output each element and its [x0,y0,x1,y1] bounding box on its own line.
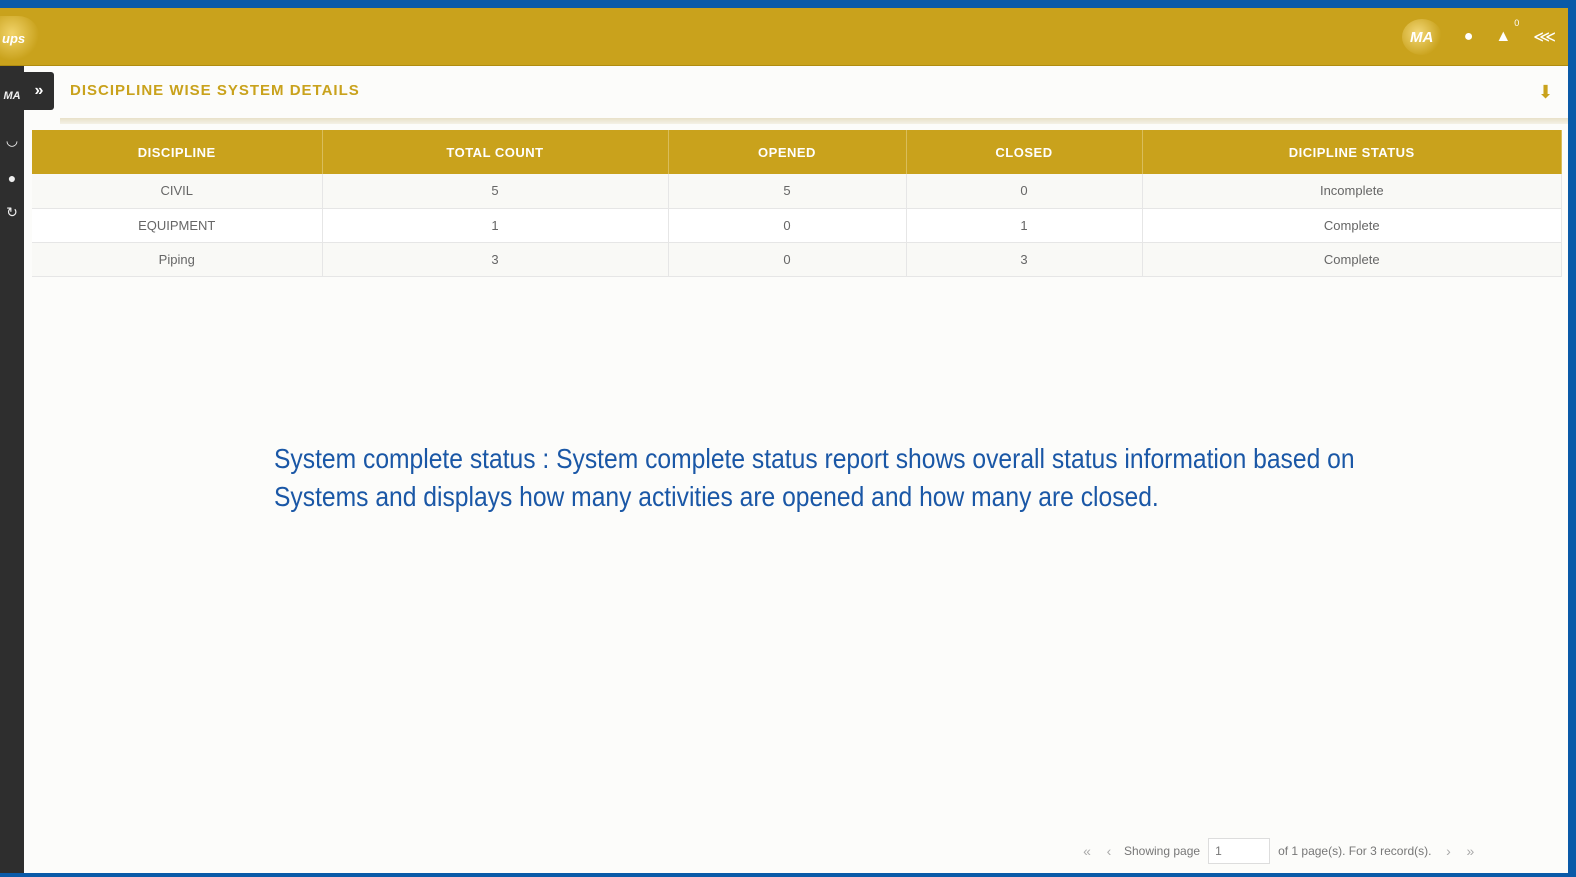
cell-closed: 3 [906,242,1143,277]
cell-discipline: Piping [32,242,323,277]
pagination-bar: « ‹ Showing page of 1 page(s). For 3 rec… [1076,838,1481,864]
discipline-table: DISCIPLINE TOTAL COUNT OPENED CLOSED DIC… [32,130,1562,277]
column-header-total-count[interactable]: TOTAL COUNT [322,130,669,174]
top-header-bar: ups MA ● ▲ 0 ⋘ [0,8,1568,66]
column-header-discipline[interactable]: DISCIPLINE [32,130,323,174]
cell-status: Complete [1142,208,1562,243]
cell-total-count: 1 [322,208,669,243]
page-summary: of 1 page(s). For 3 record(s). [1278,844,1432,858]
column-header-discipline-status[interactable]: DICIPLINE STATUS [1142,130,1562,174]
cell-opened: 0 [668,208,907,243]
next-page-icon[interactable]: › [1437,843,1459,859]
app-logo[interactable]: ups [0,16,40,60]
download-icon[interactable]: ⬇ [1538,82,1553,103]
column-header-closed[interactable]: CLOSED [906,130,1143,174]
title-divider [60,118,1568,124]
notification-count: 0 [1514,18,1520,28]
column-header-opened[interactable]: OPENED [668,130,907,174]
last-page-icon[interactable]: » [1459,843,1481,859]
table-header-row: DISCIPLINE TOTAL COUNT OPENED CLOSED DIC… [32,130,1562,174]
dashboard-gauge-icon[interactable]: ◡ [0,128,24,152]
header-actions: MA ● ▲ 0 ⋘ [1401,18,1556,56]
first-page-icon[interactable]: « [1076,843,1098,859]
table-row[interactable]: EQUIPMENT 1 0 1 Complete [32,208,1562,243]
sidebar-ma-icon[interactable]: MA [0,84,24,108]
cell-status: Complete [1142,242,1562,277]
user-icon[interactable]: ● [0,166,24,190]
user-avatar-badge[interactable]: MA [1401,19,1442,55]
table-row[interactable]: Piping 3 0 3 Complete [32,242,1562,277]
cell-discipline: CIVIL [32,174,323,209]
table-row[interactable]: CIVIL 5 5 0 Incomplete [32,174,1562,209]
lock-icon[interactable]: ● [1464,28,1474,46]
cell-closed: 1 [906,208,1143,243]
cell-closed: 0 [906,174,1143,209]
prev-page-icon[interactable]: ‹ [1098,843,1120,859]
cell-total-count: 5 [322,174,669,209]
share-icon[interactable]: ⋘ [1533,27,1556,47]
showing-page-label: Showing page [1124,844,1201,858]
cell-discipline: EQUIPMENT [32,208,323,243]
page-title: DISCIPLINE WISE SYSTEM DETAILS [70,82,360,99]
cell-opened: 0 [668,242,907,277]
cell-total-count: 3 [322,242,669,277]
notification-bell-icon[interactable]: ▲ 0 [1495,18,1519,46]
left-sidebar: MA ◡ ● ↻ [0,66,24,873]
cell-status: Incomplete [1142,174,1562,209]
sidebar-expand-button[interactable]: » [24,72,54,110]
reports-icon[interactable]: ↻ [0,200,24,224]
description-caption: System complete status : System complete… [274,443,1355,512]
cell-opened: 5 [668,174,907,209]
page-number-input[interactable] [1208,838,1271,864]
